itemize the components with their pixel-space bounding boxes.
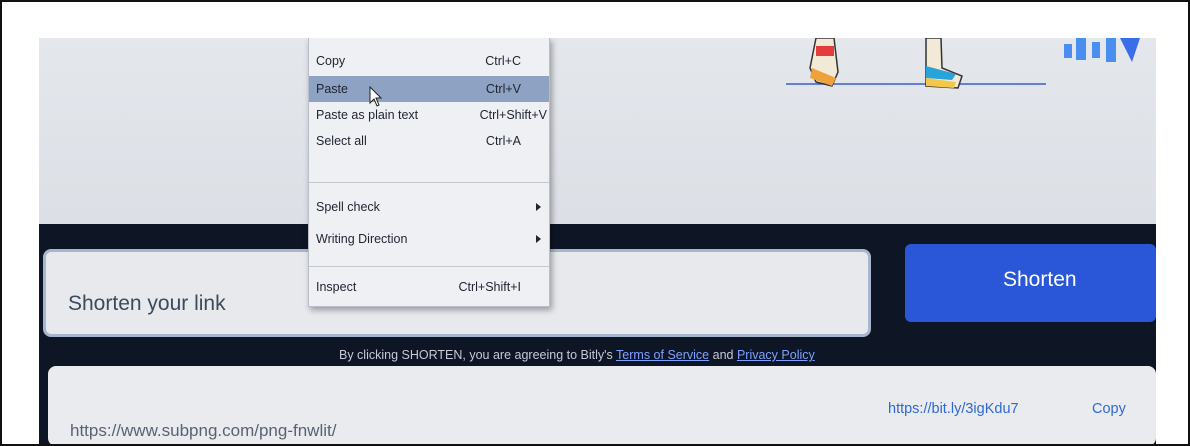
link-input-placeholder: Shorten your link (68, 292, 226, 315)
menu-item-paste[interactable]: Paste Ctrl+V (309, 76, 549, 102)
short-url-link[interactable]: https://bit.ly/3igKdu7 (888, 401, 1019, 417)
hero-illustration (786, 38, 1140, 89)
menu-item-shortcut: Ctrl+A (485, 134, 521, 148)
submenu-arrow-icon (536, 203, 541, 211)
menu-separator (309, 266, 549, 267)
hero-section (39, 38, 1156, 224)
privacy-policy-link[interactable]: Privacy Policy (737, 348, 815, 362)
menu-item-shortcut: Ctrl+C (485, 54, 521, 68)
terms-of-service-link[interactable]: Terms of Service (616, 348, 709, 362)
menu-separator (309, 182, 549, 183)
context-menu: Copy Ctrl+C Paste Ctrl+V Paste as plain … (308, 38, 550, 307)
menu-item-copy[interactable]: Copy Ctrl+C (309, 48, 549, 74)
menu-item-label: Paste as plain text (316, 108, 419, 122)
menu-item-select-all[interactable]: Select all Ctrl+A (309, 128, 549, 154)
browser-screen: Shorten your link Shorten By clicking SH… (39, 38, 1156, 444)
menu-item-label: Inspect (316, 280, 357, 294)
menu-item-shortcut: Ctrl+Shift+I (458, 280, 521, 294)
menu-item-label: Writing Direction (316, 232, 408, 246)
menu-item-label: Spell check (316, 200, 380, 214)
shortened-result-card: https://www.subpng.com/png-fnwlit/ https… (48, 366, 1156, 444)
copy-short-url-button[interactable]: Copy (1092, 401, 1126, 417)
disclaimer-text: By clicking SHORTEN, you are agreeing to… (339, 348, 617, 362)
menu-item-shortcut: Ctrl+V (485, 82, 521, 96)
photo-frame: Shorten your link Shorten By clicking SH… (0, 0, 1190, 446)
menu-item-inspect[interactable]: Inspect Ctrl+Shift+I (309, 274, 549, 300)
submenu-arrow-icon (536, 235, 541, 243)
menu-item-spell-check[interactable]: Spell check (309, 194, 549, 220)
shorten-button-label: Shorten (1003, 268, 1077, 291)
menu-item-label: Paste (316, 82, 348, 96)
long-url: https://www.subpng.com/png-fnwlit/ (70, 421, 337, 440)
menu-item-writing-direction[interactable]: Writing Direction (309, 226, 549, 252)
terms-disclaimer: By clicking SHORTEN, you are agreeing to… (339, 348, 815, 362)
menu-item-label: Select all (316, 134, 367, 148)
mouse-pointer-icon (369, 86, 383, 107)
menu-item-label: Copy (316, 54, 346, 68)
disclaimer-and: and (709, 348, 737, 362)
menu-item-shortcut: Ctrl+Shift+V (479, 108, 547, 122)
shorten-button[interactable]: Shorten (905, 244, 1156, 322)
menu-item-paste-plain-text[interactable]: Paste as plain text Ctrl+Shift+V (309, 102, 549, 128)
